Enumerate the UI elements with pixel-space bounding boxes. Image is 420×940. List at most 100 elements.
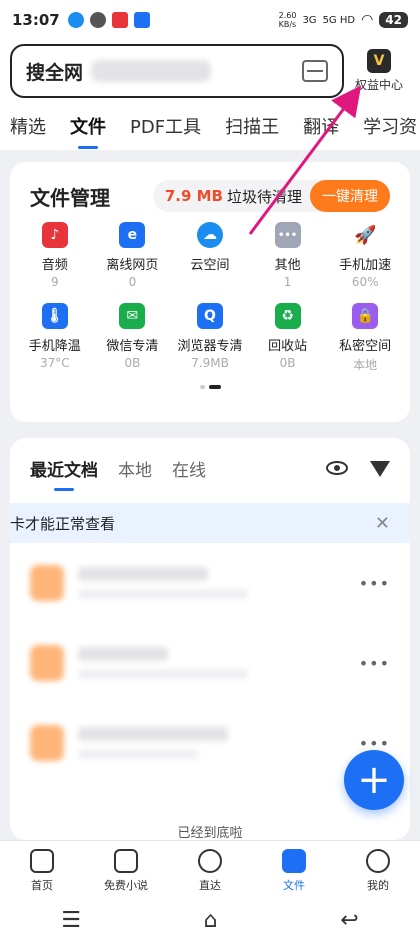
grid-label: 音频 [41, 258, 68, 273]
file-manager-grid: ♪ 音频 9 e 离线网页 0 ☁ 云空间 ••• 其他 1 🚀 手机加速 60… [10, 212, 410, 373]
nav-profile[interactable]: 我的 [336, 841, 420, 900]
grid-item-offline-web[interactable]: e 离线网页 0 [94, 222, 172, 289]
app-notification-icon [133, 12, 150, 28]
nav-label: 直达 [199, 878, 221, 892]
nav-label: 免费小说 [104, 878, 148, 892]
grid-label: 云空间 [190, 258, 230, 273]
grid-sub: 37°C [39, 356, 70, 370]
grid-item-audio[interactable]: ♪ 音频 9 [16, 222, 94, 289]
file-manager-title: 文件管理 [30, 185, 110, 210]
junk-info[interactable]: 7.9 MB 垃圾待清理 一键清理 [152, 180, 390, 212]
grid-item-cloud[interactable]: ☁ 云空间 [171, 222, 249, 289]
clock: 13:07 [12, 11, 60, 29]
network-speed: 2.60 KB/s [278, 11, 297, 29]
grid-label: 微信专清 [106, 339, 159, 354]
status-bar: 13:07 2.60 KB/s 3G 5G HD ◠ 42 [0, 0, 420, 40]
tab-pdf-tools[interactable]: PDF工具 [130, 113, 201, 139]
vip-icon: V [367, 49, 391, 73]
junk-size: 7.9 MB [164, 187, 223, 205]
app-notification-icon [67, 12, 84, 28]
junk-text: 垃圾待清理 [226, 187, 302, 206]
grid-label: 手机降温 [28, 339, 81, 354]
end-of-list-text: 已经到底啦 [177, 826, 243, 840]
grid-label: 浏览器专清 [177, 339, 243, 354]
browser-icon: Q [196, 303, 223, 329]
nav-files[interactable]: 文件 [252, 841, 336, 900]
document-icon [30, 725, 64, 761]
search-box[interactable]: 搜全网 [10, 44, 344, 98]
cloud-icon: ☁ [196, 222, 223, 248]
wechat-icon: ✉ [119, 303, 146, 329]
music-icon: ♪ [41, 222, 68, 248]
grid-label: 手机加速 [339, 258, 392, 273]
tab-files[interactable]: 文件 [70, 113, 106, 139]
more-options-icon[interactable]: ••• [359, 654, 390, 673]
add-button[interactable]: + [344, 750, 404, 810]
notice-bar: 卡才能正常查看 ✕ [10, 503, 410, 543]
nav-novels[interactable]: 免费小说 [84, 841, 168, 900]
eye-icon[interactable] [326, 460, 348, 475]
grid-item-recycle-bin[interactable]: ♻ 回收站 0B [249, 303, 327, 373]
grid-sub: 1 [283, 275, 292, 289]
tab-featured[interactable]: 精选 [10, 113, 46, 139]
grid-sub: 0B [279, 356, 296, 370]
document-icon [30, 645, 64, 681]
system-nav-bar: ☰ ⌂ ↩ [0, 900, 420, 940]
tab-study[interactable]: 学习资 [363, 113, 417, 139]
nav-home[interactable]: 首页 [0, 841, 84, 900]
menu-icon[interactable]: ☰ [61, 908, 81, 933]
grid-item-boost[interactable]: 🚀 手机加速 60% [326, 222, 404, 289]
offline-web-icon: e [119, 222, 146, 248]
nav-direct[interactable]: 直达 [168, 841, 252, 900]
nav-label: 文件 [283, 878, 305, 892]
grid-item-browser-clean[interactable]: Q 浏览器专清 7.9MB [171, 303, 249, 373]
grid-sub: 0B [124, 356, 141, 370]
search-brand: 搜全网 [26, 61, 84, 84]
bottom-nav: 首页 免费小说 直达 文件 我的 [0, 840, 420, 900]
top-tabs: 精选 文件 PDF工具 扫描王 翻译 学习资 [0, 102, 420, 150]
document-icon [30, 565, 64, 601]
tab-scanner[interactable]: 扫描王 [225, 113, 279, 139]
folder-icon [282, 848, 306, 873]
home-key-icon[interactable]: ⌂ [204, 908, 218, 933]
tab-translate[interactable]: 翻译 [303, 113, 339, 139]
grid-item-other[interactable]: ••• 其他 1 [249, 222, 327, 289]
grid-item-wechat-clean[interactable]: ✉ 微信专清 0B [94, 303, 172, 373]
search-placeholder-blurred [91, 60, 212, 82]
grid-item-cool-down[interactable]: 🌡 手机降温 37°C [16, 303, 94, 373]
battery-icon: 42 [379, 12, 408, 28]
signal-3g: 3G [302, 14, 317, 26]
grid-label: 其他 [274, 258, 301, 273]
grid-label: 离线网页 [106, 258, 159, 273]
more-options-icon[interactable]: ••• [359, 574, 390, 593]
scan-icon[interactable] [302, 60, 328, 82]
vip-label: 权益中心 [354, 78, 403, 92]
signal-5g: 5G HD [322, 14, 356, 26]
thermometer-icon: 🌡 [41, 303, 68, 329]
filter-icon[interactable] [370, 460, 390, 477]
tab-recent-docs[interactable]: 最近文档 [30, 456, 98, 481]
tab-local[interactable]: 本地 [118, 456, 152, 481]
list-item[interactable]: ••• [10, 543, 410, 623]
more-dots-icon: ••• [274, 222, 301, 248]
grid-sub: 60% [351, 275, 379, 289]
recycle-icon: ♻ [274, 303, 301, 329]
grid-item-private-space[interactable]: 🔒 私密空间 本地 [326, 303, 404, 373]
lock-icon: 🔒 [352, 303, 379, 329]
one-click-clean-button[interactable]: 一键清理 [310, 180, 390, 212]
grid-label: 私密空间 [339, 339, 392, 354]
nav-label: 首页 [31, 878, 53, 892]
notice-text: 卡才能正常查看 [10, 514, 116, 533]
user-icon [366, 848, 390, 873]
wifi-icon: ◠ [361, 12, 374, 28]
tab-online[interactable]: 在线 [172, 456, 206, 481]
vip-center-button[interactable]: V 权益中心 [348, 49, 410, 93]
rocket-icon: 🚀 [352, 222, 379, 248]
close-icon[interactable]: ✕ [375, 513, 390, 534]
top-bar: 搜全网 V 权益中心 [0, 40, 420, 102]
page-indicator [10, 385, 410, 389]
grid-sub: 本地 [353, 358, 378, 372]
list-item[interactable]: ••• [10, 623, 410, 703]
app-notification-icon [111, 12, 128, 28]
back-icon[interactable]: ↩ [340, 908, 358, 933]
